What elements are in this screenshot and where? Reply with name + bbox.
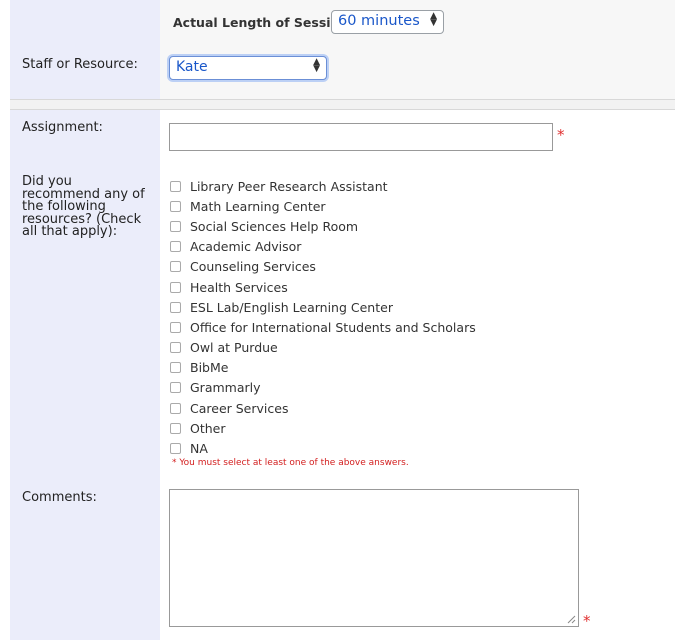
resource-option-label: Social Sciences Help Room xyxy=(190,218,359,234)
session-length-label: Actual Length of Session: xyxy=(173,15,354,30)
checkbox[interactable] xyxy=(170,362,181,374)
resource-option[interactable]: Library Peer Research Assistant xyxy=(170,176,476,196)
resource-option-label: Counseling Services xyxy=(190,259,316,275)
session-length-value: 60 minutes xyxy=(338,13,420,29)
staff-value: Kate xyxy=(176,59,208,75)
assignment-label: Assignment: xyxy=(22,120,103,135)
resource-option[interactable]: NA xyxy=(170,438,476,458)
resize-handle-icon[interactable] xyxy=(567,615,576,624)
resource-option[interactable]: Career Services xyxy=(170,398,476,418)
checkbox[interactable] xyxy=(170,261,181,273)
resource-option-label: Office for International Students and Sc… xyxy=(190,319,476,335)
resources-error-message: * You must select at least one of the ab… xyxy=(172,458,409,468)
select-arrows-icon: ▲ ▼ xyxy=(313,57,320,74)
resource-option[interactable]: Office for International Students and Sc… xyxy=(170,317,476,337)
resource-option-label: Other xyxy=(190,420,226,436)
resource-option[interactable]: ESL Lab/English Learning Center xyxy=(170,297,476,317)
staff-select[interactable]: Kate ▲ ▼ xyxy=(169,56,327,80)
resource-option-label: NA xyxy=(190,441,208,457)
resources-checkbox-list: Library Peer Research Assistant Math Lea… xyxy=(170,176,476,459)
comments-required-marker: * xyxy=(583,612,591,630)
resource-option[interactable]: Academic Advisor xyxy=(170,237,476,257)
checkbox[interactable] xyxy=(170,382,181,394)
resource-option[interactable]: Math Learning Center xyxy=(170,196,476,216)
checkbox[interactable] xyxy=(170,422,181,434)
checkbox[interactable] xyxy=(170,342,181,354)
checkbox[interactable] xyxy=(170,180,181,192)
assignment-input[interactable] xyxy=(169,123,553,151)
resource-option-label: Grammarly xyxy=(190,380,261,396)
assignment-required-marker: * xyxy=(557,126,565,144)
resource-option-label: Math Learning Center xyxy=(190,198,326,214)
checkbox[interactable] xyxy=(170,241,181,253)
resources-label-line: all that apply): xyxy=(22,224,118,239)
comments-label: Comments: xyxy=(22,490,97,505)
session-length-select[interactable]: 60 minutes ▲ ▼ xyxy=(331,10,444,34)
resource-option[interactable]: Social Sciences Help Room xyxy=(170,216,476,236)
resource-option[interactable]: Grammarly xyxy=(170,378,476,398)
resource-option-label: Academic Advisor xyxy=(190,239,302,255)
resource-option-label: Health Services xyxy=(190,279,288,295)
resources-label: Did you recommend any of the following r… xyxy=(22,175,145,239)
resource-option[interactable]: Health Services xyxy=(170,277,476,297)
resource-option[interactable]: Owl at Purdue xyxy=(170,338,476,358)
checkbox[interactable] xyxy=(170,301,181,313)
label-column-top xyxy=(10,0,160,99)
resource-option-label: Owl at Purdue xyxy=(190,340,278,356)
resource-option-label: ESL Lab/English Learning Center xyxy=(190,299,393,315)
comments-textarea[interactable] xyxy=(169,489,579,627)
checkbox[interactable] xyxy=(170,402,181,414)
checkbox[interactable] xyxy=(170,220,181,232)
resource-option-label: Library Peer Research Assistant xyxy=(190,178,388,194)
checkbox[interactable] xyxy=(170,443,181,455)
resource-option-label: Career Services xyxy=(190,400,289,416)
select-arrows-icon: ▲ ▼ xyxy=(430,11,437,28)
resource-option[interactable]: Counseling Services xyxy=(170,257,476,277)
checkbox[interactable] xyxy=(170,281,181,293)
checkbox[interactable] xyxy=(170,321,181,333)
resource-option[interactable]: BibMe xyxy=(170,358,476,378)
resource-option[interactable]: Other xyxy=(170,418,476,438)
resource-option-label: BibMe xyxy=(190,360,229,376)
checkbox[interactable] xyxy=(170,200,181,212)
staff-label: Staff or Resource: xyxy=(22,57,138,72)
section-divider xyxy=(10,99,675,110)
